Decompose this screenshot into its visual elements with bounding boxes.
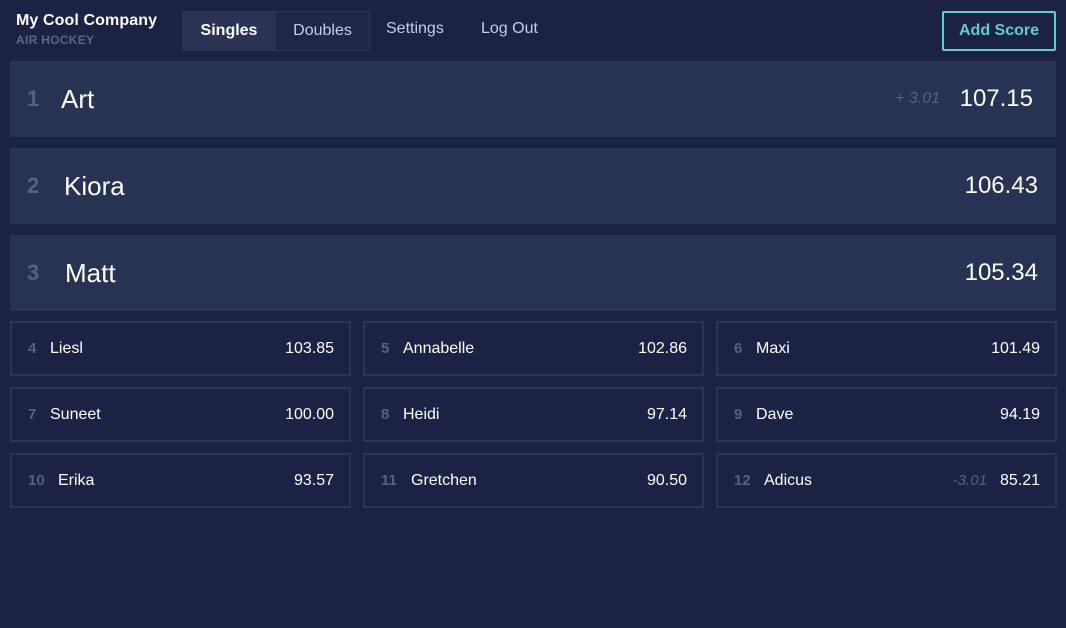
settings-link[interactable]: Settings [386, 20, 444, 38]
tab-doubles[interactable]: Doubles [275, 12, 369, 50]
rank: 6 [734, 340, 743, 357]
rank: 5 [381, 340, 390, 357]
player-name: Art [61, 83, 95, 114]
player-name: Annabelle [403, 339, 475, 357]
player-name: Liesl [50, 339, 83, 357]
player-score: 90.50 [646, 471, 687, 489]
score-delta: + 3.01 [895, 90, 940, 107]
leaderboard-cell[interactable]: 9 Dave 94.19 [716, 387, 1057, 442]
player-name: Heidi [403, 405, 440, 423]
leaderboard-cell[interactable]: 8 Heidi 97.14 [363, 387, 704, 442]
player-score: 97.14 [646, 405, 687, 423]
player-name: Adicus [764, 471, 813, 489]
leaderboard-row[interactable]: 1 Art + 3.01 107.15 [10, 61, 1056, 137]
player-name: Suneet [50, 405, 101, 423]
player-name: Erika [58, 471, 95, 489]
leaderboard-cell[interactable]: 10 Erika 93.57 [10, 453, 351, 508]
leaderboard-cell[interactable]: 4 Liesl 103.85 [10, 321, 351, 376]
app-header: My Cool Company AIR HOCKEY Singles Doubl… [0, 0, 1066, 60]
score-delta: -3.01 [952, 472, 987, 489]
player-name: Kiora [64, 170, 125, 201]
player-score: 101.49 [991, 339, 1040, 357]
brand: My Cool Company AIR HOCKEY [16, 12, 157, 47]
leaderboard-cell[interactable]: 7 Suneet 100.00 [10, 387, 351, 442]
game-name: AIR HOCKEY [16, 33, 95, 47]
leaderboard-grid: 4 Liesl 103.85 5 Annabelle 102.86 6 Maxi… [10, 321, 1057, 508]
leaderboard-row[interactable]: 3 Matt 105.34 [10, 235, 1056, 311]
rank: 8 [381, 406, 390, 423]
top-leaderboard: 1 Art + 3.01 107.15 2 Kiora 106.43 3 Mat… [10, 61, 1056, 322]
add-score-button[interactable]: Add Score [942, 11, 1056, 51]
rank: 9 [734, 406, 743, 423]
logout-link[interactable]: Log Out [481, 20, 538, 38]
leaderboard-row[interactable]: 2 Kiora 106.43 [10, 148, 1056, 224]
rank: 4 [28, 340, 37, 357]
player-score: 100.00 [285, 405, 334, 423]
player-score: 94.19 [999, 405, 1040, 423]
player-name: Dave [756, 405, 794, 423]
rank: 10 [28, 472, 45, 489]
player-score: 106.43 [964, 172, 1038, 199]
mode-tabs: Singles Doubles [182, 11, 370, 51]
player-score: 102.86 [638, 339, 687, 357]
player-score: 107.15 [959, 85, 1033, 112]
leaderboard-cell[interactable]: 5 Annabelle 102.86 [363, 321, 704, 376]
leaderboard-cell[interactable]: 6 Maxi 101.49 [716, 321, 1057, 376]
leaderboard-cell[interactable]: 12 Adicus -3.01 85.21 [716, 453, 1057, 508]
player-score: 103.85 [285, 339, 334, 357]
player-name: Matt [65, 257, 116, 288]
company-name: My Cool Company [16, 12, 158, 29]
rank: 2 [27, 173, 40, 198]
rank: 12 [734, 472, 751, 489]
tab-singles[interactable]: Singles [183, 12, 275, 50]
rank: 3 [27, 260, 40, 285]
rank: 11 [381, 472, 397, 489]
player-name: Maxi [756, 339, 790, 357]
player-score: 105.34 [964, 259, 1038, 286]
player-score: 93.57 [293, 471, 334, 489]
player-score: 85.21 [999, 471, 1040, 489]
rank: 1 [27, 86, 40, 111]
player-name: Gretchen [411, 471, 477, 489]
rank: 7 [28, 406, 37, 423]
leaderboard-cell[interactable]: 11 Gretchen 90.50 [363, 453, 704, 508]
